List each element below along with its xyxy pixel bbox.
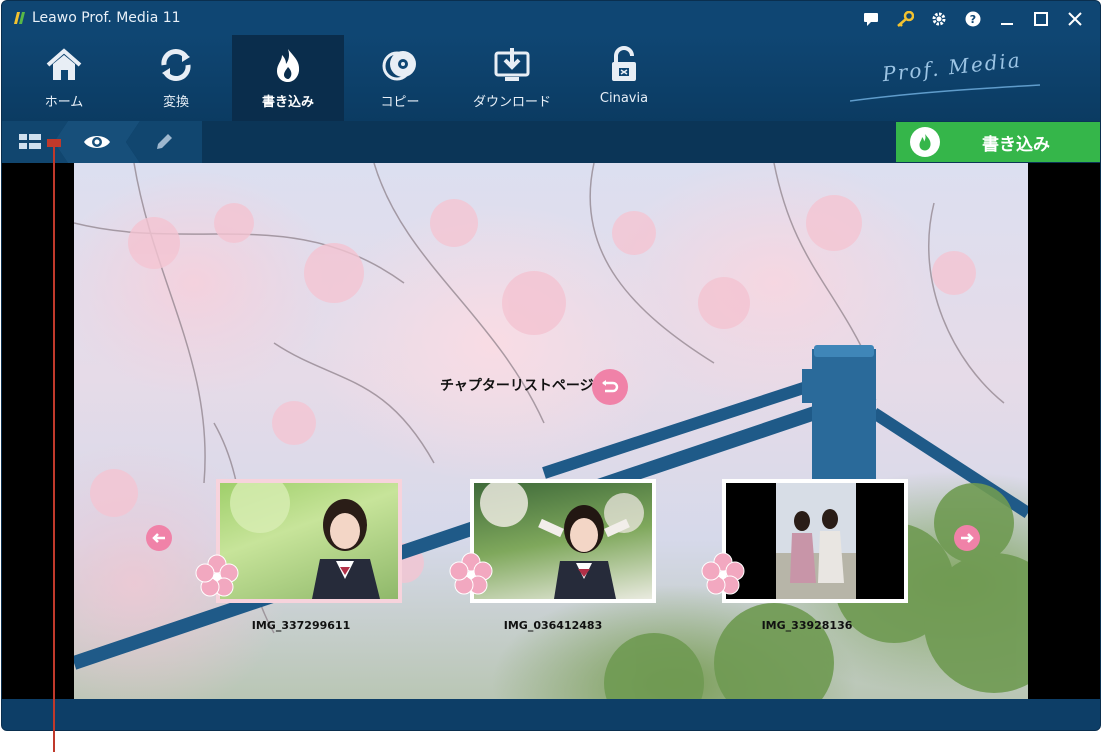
- convert-icon: [156, 45, 196, 85]
- nav-burn[interactable]: 書き込み: [232, 35, 344, 121]
- chapter-image-2: [474, 483, 652, 599]
- main-nav: ホーム 変換 書き込み コピー ダウンロード Cinavia Prof. Med…: [2, 35, 1100, 121]
- brand-logo: Prof. Media: [881, 47, 1023, 87]
- sakura-flower-icon: [449, 552, 493, 595]
- nav-convert-label: 変換: [162, 95, 189, 110]
- nav-copy[interactable]: コピー: [344, 35, 456, 121]
- nav-cinavia[interactable]: Cinavia: [568, 35, 680, 121]
- help-icon[interactable]: ?: [956, 7, 990, 31]
- arrow-right-icon: [961, 533, 974, 543]
- sakura-flower-icon: [195, 554, 239, 597]
- burn-icon: [268, 45, 308, 85]
- chapter-label-1: IMG_337299611: [251, 619, 351, 632]
- arrow-left-icon: [152, 533, 165, 543]
- key-icon[interactable]: [888, 7, 922, 31]
- next-page-button[interactable]: [954, 525, 980, 551]
- app-logo-icon: [14, 12, 25, 24]
- svg-text:?: ?: [970, 13, 976, 26]
- download-icon: [492, 45, 532, 85]
- status-bar: [2, 699, 1100, 730]
- burn-flame-icon: [910, 127, 940, 157]
- editor-toolbar: 書き込み: [2, 121, 1100, 163]
- app-window: Leawo Prof. Media 11 ? ホーム 変換 書き込み コピー ダ…: [1, 0, 1101, 731]
- callout-line: [53, 142, 55, 752]
- tab-edit[interactable]: [126, 121, 202, 163]
- menu-page-title: チャプターリストページ: [440, 378, 594, 394]
- return-button[interactable]: [592, 369, 628, 405]
- chapter-label-3: IMG_33928136: [761, 619, 853, 632]
- app-title: Leawo Prof. Media 11: [32, 10, 181, 26]
- eye-icon: [84, 136, 110, 148]
- nav-convert[interactable]: 変換: [120, 35, 232, 121]
- title-bar: Leawo Prof. Media 11 ?: [2, 1, 1100, 35]
- nav-cinavia-label: Cinavia: [599, 91, 649, 106]
- return-arrow-icon: [602, 380, 619, 393]
- menu-background: チャプターリストページ IMG_337299611 IMG_036412483 …: [74, 163, 1028, 699]
- chapter-image-3: [726, 483, 904, 599]
- maximize-icon[interactable]: [1024, 7, 1058, 31]
- cinavia-lock-icon: [604, 45, 644, 85]
- gear-icon[interactable]: [922, 7, 956, 31]
- home-icon: [44, 45, 84, 85]
- chapter-thumbnail-3[interactable]: [722, 479, 908, 603]
- nav-copy-label: コピー: [380, 95, 420, 110]
- nav-download[interactable]: ダウンロード: [456, 35, 568, 121]
- menu-preview-area: チャプターリストページ IMG_337299611 IMG_036412483 …: [2, 163, 1100, 699]
- burn-button[interactable]: 書き込み: [896, 122, 1100, 162]
- copy-disc-icon: [380, 45, 420, 85]
- feedback-icon[interactable]: [854, 7, 888, 31]
- chapter-image-1: [220, 483, 398, 599]
- burn-button-label: 書き込み: [982, 134, 1050, 155]
- minimize-icon[interactable]: [990, 7, 1024, 31]
- chapter-thumbnail-1[interactable]: [216, 479, 402, 603]
- grid-view-icon: [19, 134, 41, 149]
- pencil-icon: [157, 134, 172, 149]
- sakura-flower-icon: [701, 552, 745, 595]
- chapter-thumbnail-2[interactable]: [470, 479, 656, 603]
- nav-burn-label: 書き込み: [261, 95, 314, 110]
- nav-download-label: ダウンロード: [472, 95, 551, 110]
- nav-home[interactable]: ホーム: [8, 35, 120, 121]
- prev-page-button[interactable]: [146, 525, 172, 551]
- close-icon[interactable]: [1058, 7, 1092, 31]
- chapter-label-2: IMG_036412483: [503, 619, 603, 632]
- brand-swoosh: [850, 84, 1040, 102]
- nav-home-label: ホーム: [44, 95, 84, 110]
